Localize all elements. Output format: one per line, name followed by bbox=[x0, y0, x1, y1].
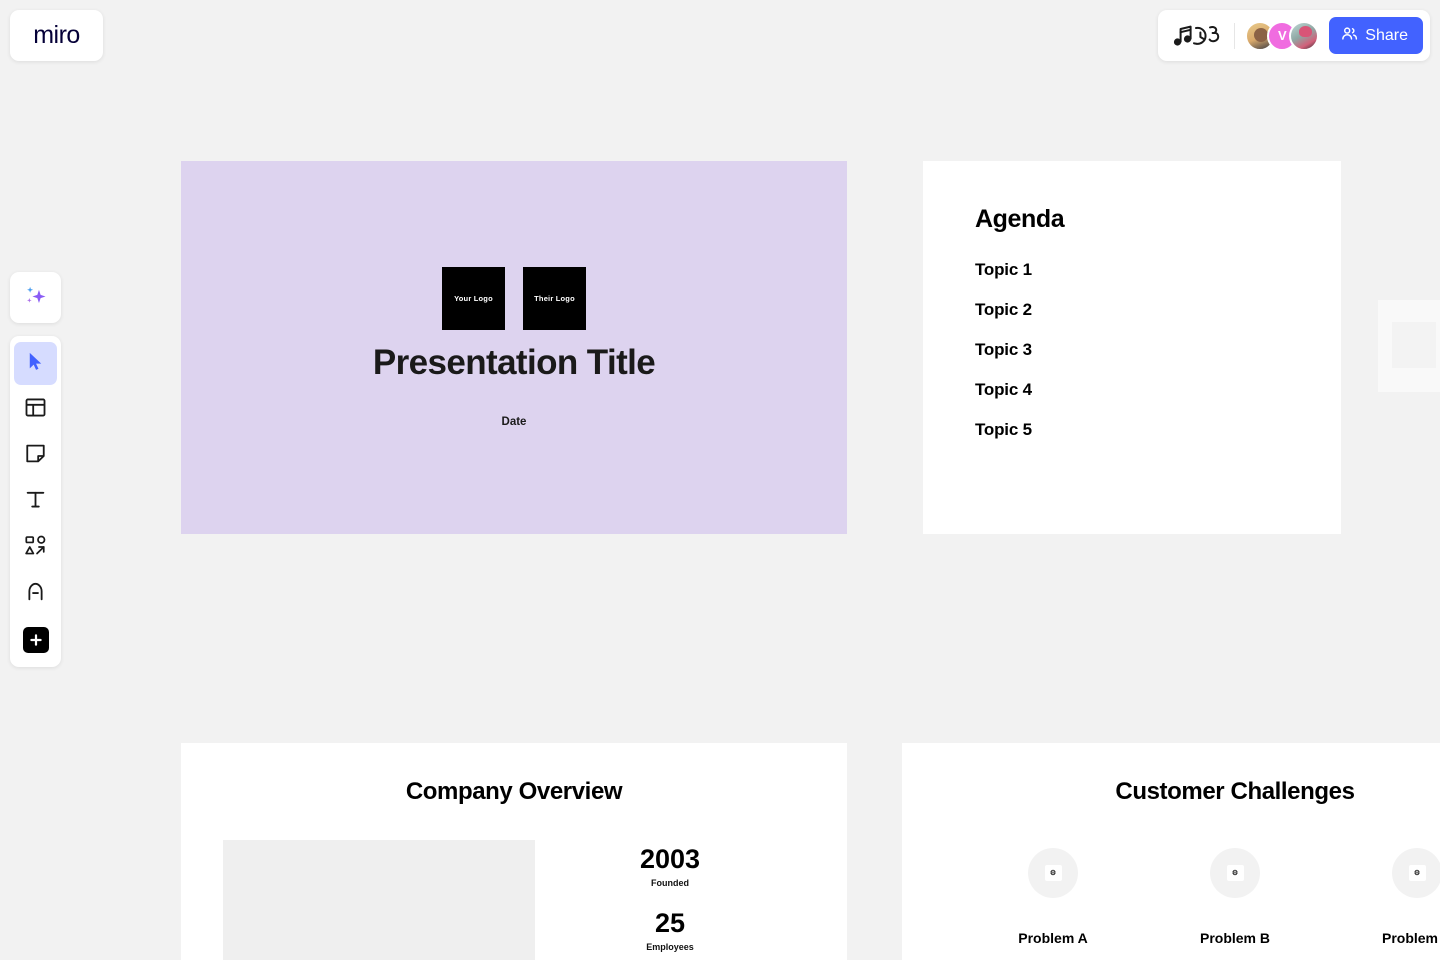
shapes-icon bbox=[24, 534, 47, 562]
company-image-placeholder[interactable]: 📷 bbox=[223, 840, 535, 960]
toolbar-item-shapes[interactable] bbox=[14, 526, 57, 569]
agenda-topic-list: Topic 1 Topic 2 Topic 3 Topic 4 Topic 5 bbox=[975, 260, 1341, 440]
challenge-label: Problem A bbox=[1018, 930, 1088, 946]
challenge-badge-icon: ⚙ bbox=[1044, 865, 1062, 881]
slide-customer-challenges[interactable]: Customer Challenges ⚙ Problem A ⚙ Proble… bbox=[902, 743, 1440, 960]
challenge-items-row: ⚙ Problem A ⚙ Problem B ⚙ Problem C bbox=[902, 848, 1440, 946]
stat-founded: 2003 Founded bbox=[639, 844, 701, 889]
stat-label: Founded bbox=[650, 878, 689, 888]
your-logo-label: Your Logo bbox=[454, 293, 493, 303]
your-logo-box[interactable]: Your Logo bbox=[442, 266, 505, 330]
agenda-topic-item[interactable]: Topic 4 bbox=[975, 380, 1341, 400]
slide-agenda[interactable]: Agenda Topic 1 Topic 2 Topic 3 Topic 4 T… bbox=[923, 161, 1341, 534]
share-button-label: Share bbox=[1365, 26, 1408, 44]
presentation-title[interactable]: Presentation Title bbox=[373, 343, 656, 383]
challenge-icon: ⚙ bbox=[1028, 848, 1078, 898]
share-button[interactable]: Share bbox=[1329, 17, 1423, 54]
toolbar-item-templates[interactable] bbox=[14, 388, 57, 431]
toolbar-item-sticky-note[interactable] bbox=[14, 434, 57, 477]
slide-title[interactable]: Your Logo Their Logo Presentation Title … bbox=[181, 161, 847, 534]
challenge-icon: ⚙ bbox=[1392, 848, 1440, 898]
challenge-icon: ⚙ bbox=[1210, 848, 1260, 898]
presentation-date[interactable]: Date bbox=[502, 416, 527, 428]
their-logo-label: Their Logo bbox=[534, 293, 575, 303]
company-stats: 2003 Founded 25 Employees bbox=[535, 840, 805, 953]
their-logo-box[interactable]: Their Logo bbox=[523, 266, 586, 330]
text-icon bbox=[24, 488, 47, 516]
toolbar-item-select[interactable] bbox=[14, 342, 57, 385]
left-toolbar bbox=[10, 336, 61, 667]
miro-board-app: Your Logo Their Logo Presentation Title … bbox=[0, 0, 1440, 960]
challenge-label: Problem B bbox=[1199, 930, 1270, 946]
toolbar-item-pen[interactable] bbox=[14, 572, 57, 615]
cursor-icon bbox=[25, 351, 46, 377]
topbar-divider bbox=[1234, 22, 1236, 49]
challenge-item[interactable]: ⚙ Problem A bbox=[978, 848, 1128, 946]
sparkles-icon bbox=[22, 282, 49, 314]
agenda-topic-item[interactable]: Topic 1 bbox=[975, 260, 1341, 280]
stat-label: Employees bbox=[646, 942, 694, 952]
challenge-badge-icon: ⚙ bbox=[1408, 865, 1426, 881]
challenge-item[interactable]: ⚙ Problem B bbox=[1160, 848, 1310, 946]
challenge-item[interactable]: ⚙ Problem C bbox=[1342, 848, 1440, 946]
toolbar-item-more-apps[interactable] bbox=[14, 618, 57, 661]
slide-company-overview[interactable]: Company Overview 📷 2003 Founded 25 Emplo… bbox=[181, 743, 847, 960]
company-overview-body: 📷 2003 Founded 25 Employees bbox=[181, 840, 847, 960]
slide-offscreen-block bbox=[1392, 322, 1436, 368]
frame-icon bbox=[24, 396, 47, 424]
music-notes-doodle-icon[interactable] bbox=[1172, 22, 1224, 50]
sticky-note-icon bbox=[24, 442, 47, 470]
topbar: V Share bbox=[1158, 10, 1430, 61]
agenda-topic-item[interactable]: Topic 3 bbox=[975, 340, 1341, 360]
miro-logo-text: miro bbox=[33, 21, 80, 49]
customer-challenges-title[interactable]: Customer Challenges bbox=[902, 778, 1440, 806]
stat-value: 2003 bbox=[639, 844, 701, 874]
agenda-topic-item[interactable]: Topic 2 bbox=[975, 300, 1341, 320]
agenda-heading[interactable]: Agenda bbox=[975, 205, 1341, 234]
agenda-topic-item[interactable]: Topic 5 bbox=[975, 420, 1341, 440]
pen-icon bbox=[24, 580, 47, 608]
toolbar-item-text[interactable] bbox=[14, 480, 57, 523]
collaborator-avatars: V bbox=[1245, 20, 1320, 51]
toolbar-item-ai[interactable] bbox=[10, 272, 61, 323]
stat-employees: 25 Employees bbox=[646, 908, 694, 953]
challenge-label: Problem C bbox=[1381, 930, 1440, 946]
miro-logo[interactable]: miro bbox=[10, 10, 103, 61]
company-overview-title[interactable]: Company Overview bbox=[181, 778, 847, 806]
plus-icon bbox=[22, 626, 49, 653]
avatar-initial: V bbox=[1277, 28, 1287, 43]
slide-offscreen-preview[interactable] bbox=[1378, 300, 1440, 392]
challenge-badge-icon: ⚙ bbox=[1226, 865, 1244, 881]
stat-value: 25 bbox=[654, 908, 686, 938]
people-icon bbox=[1341, 25, 1358, 47]
logo-row: Your Logo Their Logo bbox=[442, 266, 586, 330]
avatar[interactable] bbox=[1289, 20, 1320, 51]
board-canvas[interactable]: Your Logo Their Logo Presentation Title … bbox=[0, 0, 1440, 960]
